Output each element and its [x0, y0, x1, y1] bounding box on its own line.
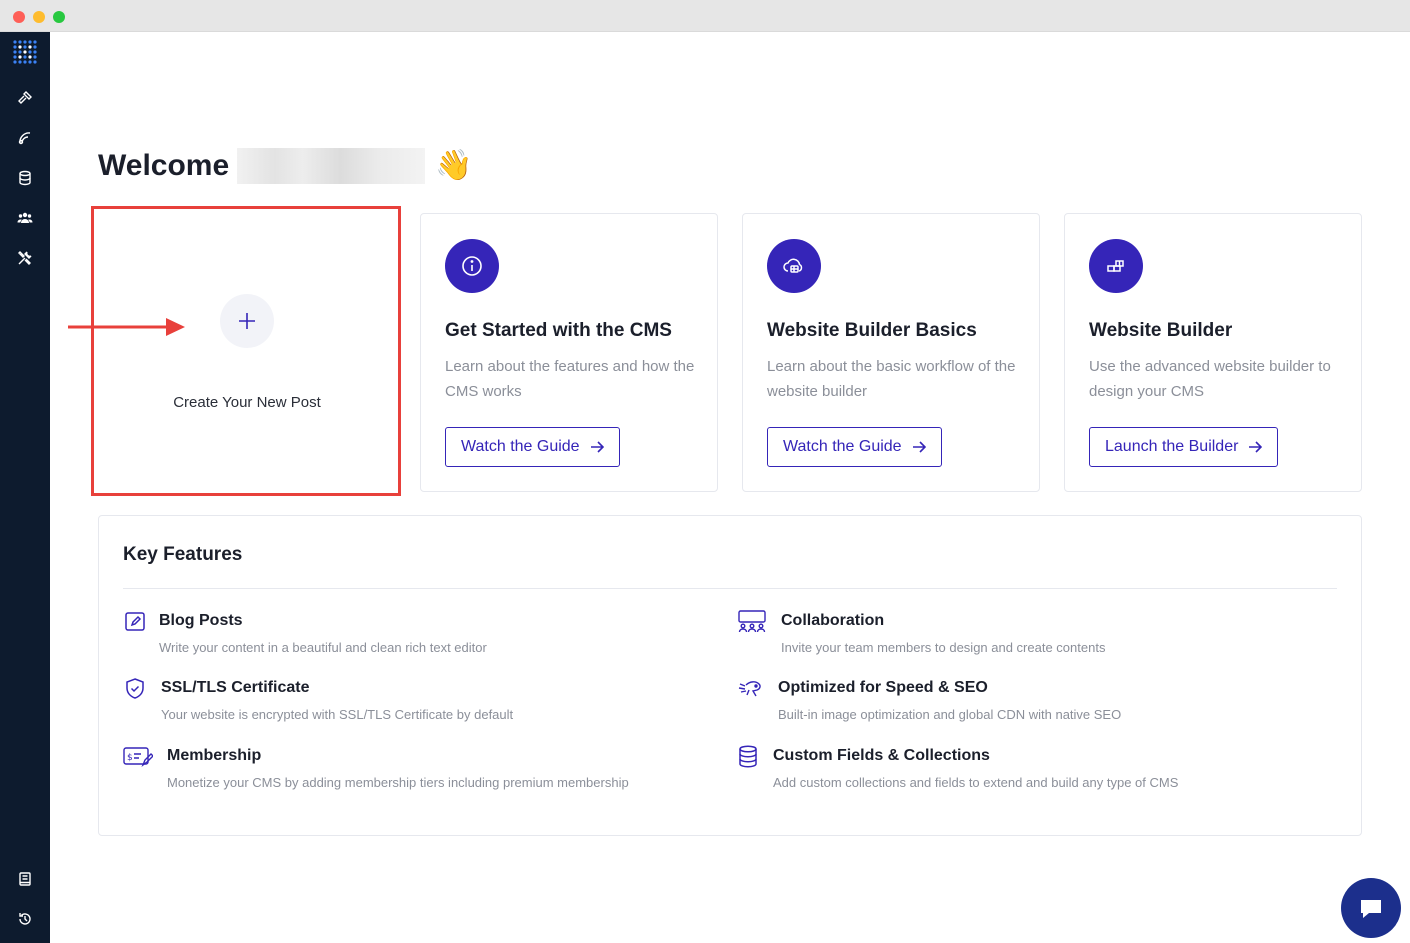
feature-description: Built-in image optimization and global C…	[778, 707, 1122, 722]
launch-builder-button[interactable]: Launch the Builder	[1089, 427, 1279, 467]
button-label: Watch the Guide	[783, 438, 902, 455]
team-icon[interactable]	[15, 208, 35, 228]
feature-description: Write your content in a beautiful and cl…	[159, 640, 487, 655]
feature-description: Your website is encrypted with SSL/TLS C…	[161, 707, 514, 722]
info-icon	[445, 239, 499, 293]
welcome-text: Welcome	[98, 149, 230, 182]
integration-icon[interactable]	[15, 128, 35, 148]
key-features-title: Key Features	[123, 544, 243, 565]
feature-description: Invite your team members to design and c…	[781, 640, 1106, 655]
feature-title: Blog Posts	[159, 612, 243, 629]
hammer-icon[interactable]	[15, 88, 35, 108]
website-builder-card: Website Builder Use the advanced website…	[1064, 213, 1362, 492]
feature-title: Membership	[167, 747, 262, 764]
maximize-window-button[interactable]	[53, 11, 65, 23]
shield-check-icon	[123, 677, 147, 701]
svg-text:$: $	[127, 753, 133, 763]
card-description: Use the advanced website builder to desi…	[1089, 358, 1331, 400]
close-window-button[interactable]	[13, 11, 25, 23]
watch-guide-button[interactable]: Watch the Guide	[445, 427, 620, 467]
arrow-right-icon	[590, 441, 604, 453]
annotation-arrow-icon	[68, 316, 188, 338]
arrow-right-icon	[912, 441, 926, 453]
history-icon[interactable]	[15, 909, 35, 929]
card-description: Learn about the basic workflow of the we…	[767, 358, 1016, 400]
chat-icon[interactable]	[1341, 878, 1401, 938]
window-titlebar	[0, 0, 1410, 32]
get-started-card: Get Started with the CMS Learn about the…	[420, 213, 718, 492]
feature-title: Custom Fields & Collections	[773, 747, 990, 764]
divider	[123, 588, 1337, 589]
blocks-icon	[1089, 239, 1143, 293]
edit-icon	[123, 610, 147, 634]
blurred-user-name	[237, 148, 426, 184]
speed-icon	[737, 677, 765, 701]
annotation-highlight-box	[91, 206, 401, 496]
collaboration-icon	[737, 610, 767, 634]
card-title: Website Builder Basics	[767, 320, 977, 341]
database-icon[interactable]	[15, 168, 35, 188]
sidebar	[0, 32, 50, 943]
watch-guide-button[interactable]: Watch the Guide	[767, 427, 942, 467]
feature-description: Monetize your CMS by adding membership t…	[167, 775, 629, 790]
page-title: Welcome 👋	[98, 146, 473, 186]
feature-title: Optimized for Speed & SEO	[778, 679, 988, 696]
feature-description: Add custom collections and fields to ext…	[773, 775, 1179, 790]
main-content: Welcome 👋 Create Your New Post Get Start…	[50, 32, 1410, 943]
cloud-builder-icon	[767, 239, 821, 293]
button-label: Launch the Builder	[1105, 438, 1239, 455]
feature-title: SSL/TLS Certificate	[161, 679, 310, 696]
arrow-right-icon	[1249, 441, 1263, 453]
book-icon[interactable]	[15, 869, 35, 889]
website-builder-basics-card: Website Builder Basics Learn about the b…	[742, 213, 1040, 492]
tools-icon[interactable]	[15, 248, 35, 268]
membership-icon: $	[123, 745, 154, 769]
waving-hand-icon: 👋	[435, 149, 473, 182]
minimize-window-button[interactable]	[33, 11, 45, 23]
feature-title: Collaboration	[781, 612, 885, 629]
key-features-panel: Key Features Blog Posts Write your conte…	[98, 515, 1362, 836]
button-label: Watch the Guide	[461, 438, 580, 455]
database-icon	[737, 745, 761, 769]
card-description: Learn about the features and how the CMS…	[445, 358, 695, 400]
card-title: Get Started with the CMS	[445, 320, 672, 341]
card-title: Website Builder	[1089, 320, 1233, 341]
app-logo-icon[interactable]	[12, 39, 38, 65]
